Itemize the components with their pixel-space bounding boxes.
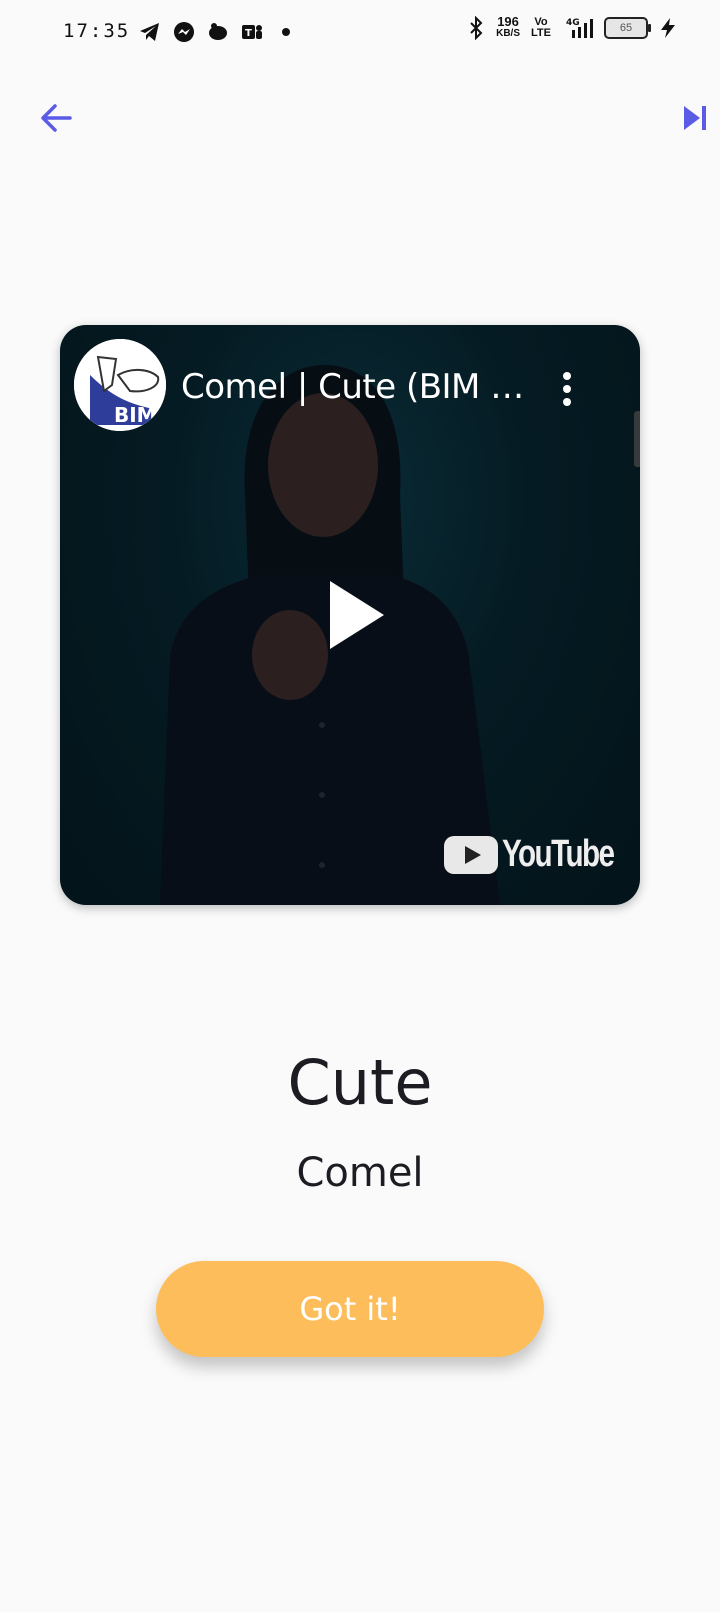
svg-text:T: T <box>245 28 252 39</box>
skip-next-icon[interactable] <box>680 102 712 134</box>
status-bar: 17:35 T 196 KB/S Vo LTE 4G 65 <box>0 0 720 64</box>
word-malay: Comel <box>296 1150 424 1196</box>
video-player[interactable]: BIM Comel | Cute (BIM B... YouTube <box>60 325 640 905</box>
word-english: Cute <box>287 1046 433 1119</box>
telegram-icon <box>140 23 159 41</box>
messenger-icon <box>174 22 194 42</box>
youtube-wordmark: YouTube <box>502 833 615 875</box>
back-arrow-icon[interactable] <box>36 98 76 138</box>
teams-icon: T <box>242 25 262 39</box>
battery-indicator: 65 <box>604 17 651 39</box>
video-title[interactable]: Comel | Cute (BIM B... <box>181 367 531 407</box>
scroll-handle <box>634 411 640 467</box>
youtube-logo[interactable]: YouTube <box>444 833 640 876</box>
status-time: 17:35 <box>63 20 131 42</box>
net-speed: 196 KB/S <box>496 14 520 40</box>
got-it-button[interactable]: Got it! <box>156 1261 544 1357</box>
dot-icon <box>282 28 290 36</box>
net-speed-value: 196 <box>497 14 519 29</box>
notification-icons: T <box>138 20 298 44</box>
charging-icon <box>661 18 675 38</box>
system-icons: 196 KB/S Vo LTE 4G 65 <box>464 14 680 40</box>
volte-label: Vo LTE <box>531 16 551 39</box>
bim-logo-icon: BIM <box>74 339 166 431</box>
play-icon[interactable] <box>320 575 390 655</box>
net-speed-unit: KB/S <box>496 28 520 39</box>
channel-avatar[interactable]: BIM <box>74 339 166 431</box>
youtube-play-icon <box>444 835 498 874</box>
piggy-icon <box>209 23 227 40</box>
signal-icon: 4G <box>566 18 593 38</box>
svg-text:4G: 4G <box>566 18 580 28</box>
more-vertical-icon[interactable] <box>555 369 579 409</box>
bluetooth-icon <box>470 16 483 40</box>
